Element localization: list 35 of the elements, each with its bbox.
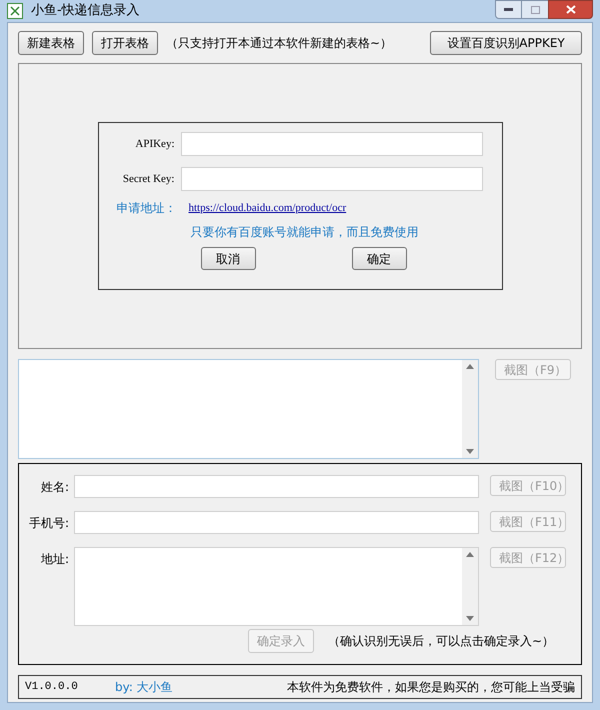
input-field[interactable]	[74, 475, 479, 498]
app-icon	[7, 3, 23, 19]
field-label: 地址:	[40, 551, 69, 568]
close-button[interactable]	[548, 0, 593, 19]
input-field[interactable]	[180, 132, 482, 156]
toolbar-button[interactable]: 打开表格	[92, 31, 158, 55]
dialog-button[interactable]: 确定	[352, 247, 406, 270]
scroll-up-icon[interactable]	[466, 552, 474, 557]
scroll-up-icon[interactable]	[466, 364, 474, 369]
input-field[interactable]	[180, 167, 482, 191]
field-label: 姓名:	[40, 479, 69, 496]
window-title: 小鱼-快递信息录入	[31, 2, 140, 20]
minimize-icon	[504, 8, 513, 11]
scrollbar[interactable]	[462, 548, 478, 625]
toolbar-button[interactable]: 新建表格	[18, 31, 84, 55]
scroll-down-icon[interactable]	[466, 449, 474, 454]
scrollbar[interactable]	[462, 360, 478, 458]
settings-button[interactable]: 设置百度识别APPKEY	[430, 31, 582, 55]
apply-link[interactable]: https://cloud.baidu.com/product/ocr	[188, 200, 346, 216]
hint-text: 只要你有百度账号就能申请，而且免费使用	[190, 224, 420, 241]
close-icon	[566, 5, 576, 14]
field-label: APIKey:	[134, 136, 174, 152]
minimize-button[interactable]	[495, 0, 522, 19]
scroll-down-icon[interactable]	[466, 616, 474, 621]
author-text: by: 大小鱼	[115, 679, 173, 696]
input-field[interactable]	[74, 511, 479, 534]
field-label: 手机号:	[28, 515, 69, 532]
dialog-button[interactable]: 取消	[200, 247, 256, 270]
field-label: Secret Key:	[122, 172, 174, 187]
toolbar-note: （只支持打开本通过本软件新建的表格~）	[166, 35, 392, 52]
submit-note: （确认识别无误后，可以点击确定录入~）	[328, 633, 554, 650]
notice-text: 本软件为免费软件，如果您是购买的，您可能上当受骗	[287, 679, 575, 696]
maximize-icon	[530, 6, 540, 14]
apply-label: 申请地址：	[116, 200, 176, 217]
version-text: V1.0.0.0	[25, 680, 79, 695]
